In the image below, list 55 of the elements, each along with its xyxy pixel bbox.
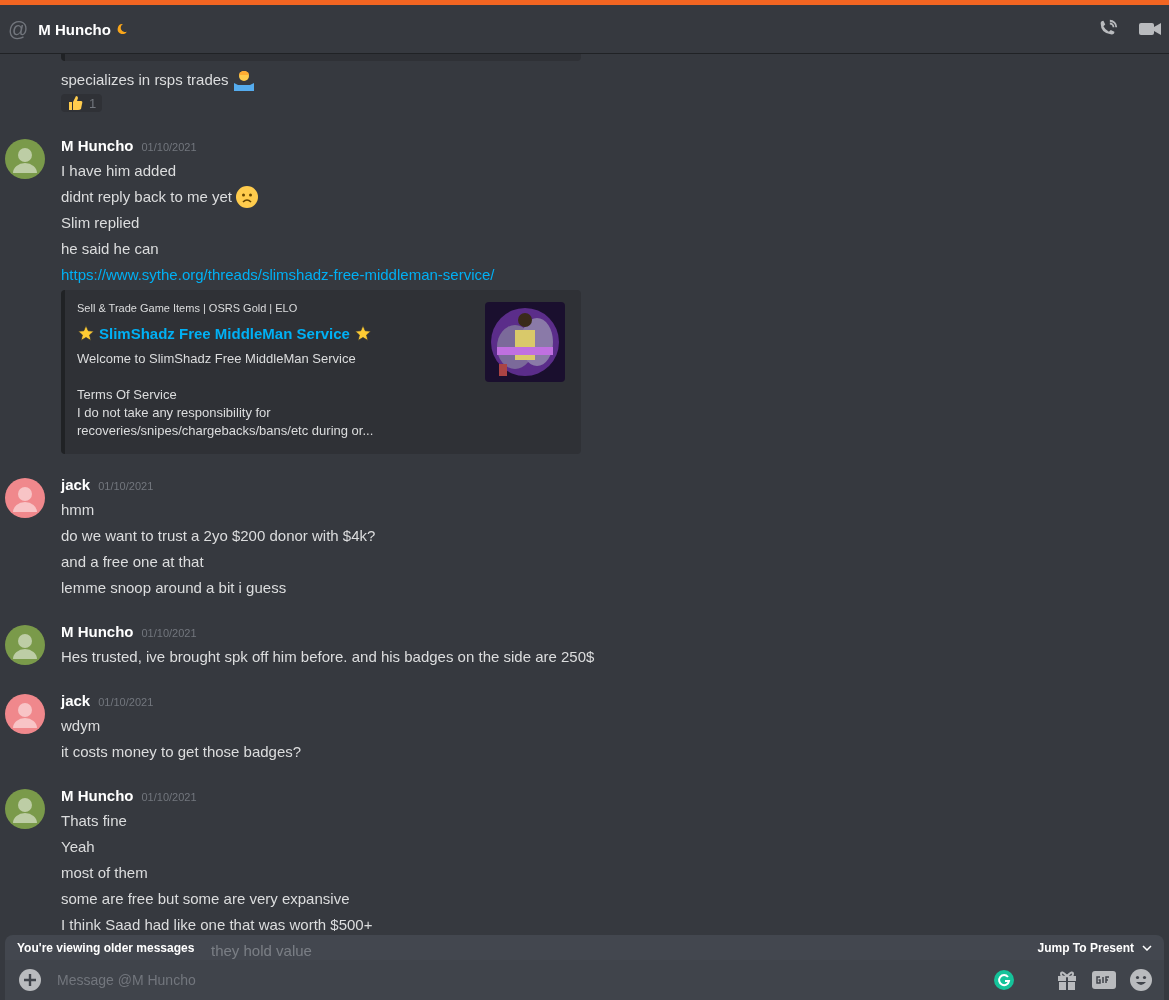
timestamp: 01/10/2021 [98, 479, 154, 494]
thumbs-up-icon [67, 95, 83, 111]
timestamp: 01/10/2021 [98, 695, 154, 710]
timestamp: 01/10/2021 [141, 790, 197, 805]
author-name[interactable]: M Huncho [61, 621, 134, 643]
chevron-down-icon [1142, 944, 1152, 951]
message-text: and a free one at that [61, 552, 204, 572]
gif-icon[interactable] [1092, 971, 1116, 989]
message-text: specializes in rsps trades [61, 70, 229, 90]
avatar-icon[interactable] [5, 625, 45, 665]
message-text: hmm [61, 500, 95, 520]
message-text: Hes trusted, ive brought spk off him before. and his badges on the side are 250$ [61, 647, 595, 667]
add-icon[interactable] [19, 969, 41, 991]
embed-provider: Sell & Trade Game Items | OSRS Gold | ELO [77, 302, 299, 314]
embed-title[interactable]: SlimShadz Free MiddleMan Service [99, 324, 350, 342]
message-text: didnt reply back to me yet [61, 187, 232, 207]
message-link[interactable]: https://www.sythe.org/threads/slimshadz-free-middleman-service/ [61, 266, 495, 283]
embed-description: Terms Of Service [77, 386, 178, 404]
frown-face-icon [235, 186, 258, 208]
star-icon [77, 324, 95, 342]
message-text: lemme snoop around a bit i guess [61, 578, 287, 598]
avatar-icon[interactable] [5, 694, 45, 734]
author-name[interactable]: jack [61, 690, 91, 712]
grammar-check-icon[interactable] [994, 970, 1014, 990]
message-text: I have him added [61, 161, 177, 181]
smiley-icon[interactable] [1130, 969, 1152, 991]
message-text: I think Saad had like one that was worth $500+ [61, 915, 373, 935]
at-sign-icon: @ [8, 17, 29, 41]
channel-title: M Huncho [38, 20, 111, 38]
message-text: Thats fine [61, 811, 127, 831]
author-name[interactable]: M Huncho [61, 785, 134, 807]
message-text: he said he can [61, 239, 159, 259]
embed-description: I do not take any responsibility for [77, 404, 272, 422]
author-name[interactable]: M Huncho [61, 135, 134, 157]
message-text: Yeah [61, 837, 95, 857]
banner-text: You're viewing older messages [17, 940, 195, 955]
shrugging-person-icon [232, 69, 255, 91]
message-text: wdym [61, 716, 101, 736]
timestamp: 01/10/2021 [141, 626, 197, 641]
embed-description: recoveries/snipes/chargebacks/bans/etc during or... [77, 422, 375, 440]
timestamp: 01/10/2021 [141, 140, 197, 155]
star-icon [353, 324, 372, 342]
avatar-icon[interactable] [5, 478, 45, 518]
embed-description: Welcome to SlimShadz Free MiddleMan Service [77, 350, 357, 368]
message-text: most of them [61, 863, 148, 883]
author-name[interactable]: jack [61, 474, 91, 496]
message-text: Slim replied [61, 213, 140, 233]
message-text: some are free but some are very expansive [61, 889, 350, 909]
message-text: it costs money to get those badges? [61, 742, 302, 762]
gift-icon[interactable] [1056, 969, 1078, 991]
avatar-icon[interactable] [5, 789, 45, 829]
avatar-icon[interactable] [5, 139, 45, 179]
jump-to-present-button[interactable]: Jump To Present [1037, 940, 1152, 955]
video-camera-icon[interactable] [1139, 21, 1161, 37]
message-text: do we want to trust a 2yo $200 donor with $4k? [61, 526, 376, 546]
